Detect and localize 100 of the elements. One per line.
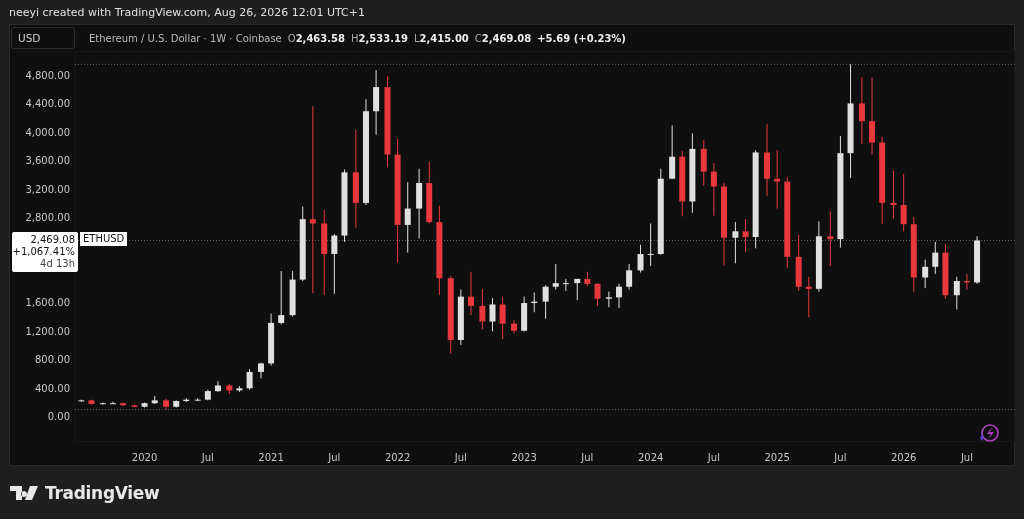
candlestick [605, 291, 612, 308]
candlestick [616, 283, 622, 309]
candlestick [669, 124, 676, 180]
x-axis-label: Jul [707, 452, 720, 463]
x-axis-label: 2020 [131, 452, 158, 463]
candlestick [214, 380, 221, 393]
candlestick [531, 291, 538, 313]
y-axis-label: 4,400.00 [25, 98, 70, 110]
candlestick [795, 234, 802, 292]
y-axis-label: 1,600.00 [25, 297, 70, 309]
y-axis-label: 3,200.00 [25, 183, 70, 195]
candlestick [278, 270, 285, 325]
candlestick [226, 383, 233, 395]
candlestick [479, 288, 486, 330]
ohlc-value: L2,415.00 [413, 32, 469, 44]
candlestick [827, 210, 834, 267]
candlestick [710, 162, 717, 217]
candlestick [858, 76, 865, 145]
y-axis-label: 1,200.00 [25, 325, 70, 337]
x-axis-label: Jul [201, 452, 214, 463]
candlestick [499, 296, 506, 340]
candlestick [373, 69, 380, 136]
candlestick [805, 276, 812, 318]
candlestick [552, 263, 559, 291]
candlestick [742, 218, 749, 253]
caption: neeyi created with TradingView.com, Aug 26, 2026 12:01 UTC+1 [8, 5, 366, 21]
candlestick [953, 276, 960, 310]
candlestick [246, 368, 253, 391]
symbol-tag: ETHUSD [80, 231, 128, 246]
candlestick [637, 244, 644, 273]
y-axis-label: 4,000.00 [25, 126, 70, 138]
price-change: +5.69 (+0.23%) [537, 32, 626, 44]
candlestick [163, 398, 170, 411]
x-axis-label: 2023 [511, 452, 537, 463]
candlestick [542, 284, 549, 320]
candlestick [521, 296, 528, 332]
candlestick [120, 402, 127, 407]
candlestick [679, 150, 686, 217]
candlestick [890, 170, 897, 219]
x-axis-label: Jul [834, 452, 847, 463]
ohlc-value: C2,469.08 [474, 32, 532, 44]
candlestick [594, 282, 601, 307]
candlestick [922, 259, 929, 289]
candlestick [151, 395, 158, 405]
candlestick [109, 401, 116, 405]
candlestick [774, 149, 781, 210]
candlestick [99, 402, 106, 406]
y-axis-label: 400.00 [35, 382, 70, 394]
candlestick [900, 173, 907, 232]
candlestick [258, 362, 264, 379]
countdown: 4d 13h [40, 257, 75, 270]
candlestick [131, 404, 138, 408]
y-axis-label: 800.00 [35, 354, 70, 366]
candlestick [457, 289, 464, 346]
candlestick [562, 278, 569, 292]
percent-change: +1,067.41% [12, 245, 75, 258]
x-axis-label: 2026 [890, 452, 917, 463]
candlestick [574, 278, 581, 301]
candlestick [78, 399, 85, 403]
candlestick [468, 271, 474, 316]
candlestick [942, 243, 949, 300]
candlestick [732, 221, 739, 264]
candlestick [204, 389, 211, 401]
candlestick [194, 397, 201, 402]
candlestick [173, 399, 180, 408]
candlestick [426, 161, 433, 224]
candlestick [331, 233, 338, 295]
candlestick [416, 168, 423, 239]
brand-name: TradingView [45, 483, 160, 503]
candlestick [932, 241, 939, 275]
candlestick [626, 263, 633, 291]
candlestick [511, 319, 517, 335]
ohlc-value: O2,463.58 [287, 32, 345, 44]
x-axis-label: 2025 [764, 452, 790, 463]
x-axis-label: 2024 [637, 452, 664, 463]
lightning-icon[interactable] [980, 424, 999, 442]
logo-icon [10, 486, 40, 500]
x-axis-label: Jul [581, 452, 594, 463]
x-axis-label: Jul [328, 452, 341, 463]
candlestick [236, 385, 243, 393]
candlestick [183, 397, 190, 403]
symbol-description: Ethereum / U.S. Dollar · 1W · Coinbase [89, 32, 282, 44]
candlestick [584, 271, 591, 287]
candlestick [974, 235, 981, 285]
x-axis-label: 2022 [384, 452, 411, 463]
x-axis-label: Jul [960, 452, 973, 463]
y-axis-label: 0.00 [47, 411, 70, 422]
candlestick [268, 313, 275, 367]
price-value: 2,469.08 [30, 233, 75, 246]
x-axis-label: Jul [454, 452, 467, 463]
ohlc-value: H2,533.19 [351, 32, 408, 44]
y-axis-label: 2,800.00 [25, 212, 70, 224]
y-axis-label: 4,800.00 [25, 70, 70, 81]
candlestick [289, 270, 296, 318]
x-axis-label: 2021 [258, 452, 284, 463]
candlestick [141, 402, 148, 408]
candlestick [963, 273, 970, 291]
candlestick [700, 139, 707, 187]
currency-label: USD [11, 27, 75, 49]
candlestick [489, 297, 496, 332]
